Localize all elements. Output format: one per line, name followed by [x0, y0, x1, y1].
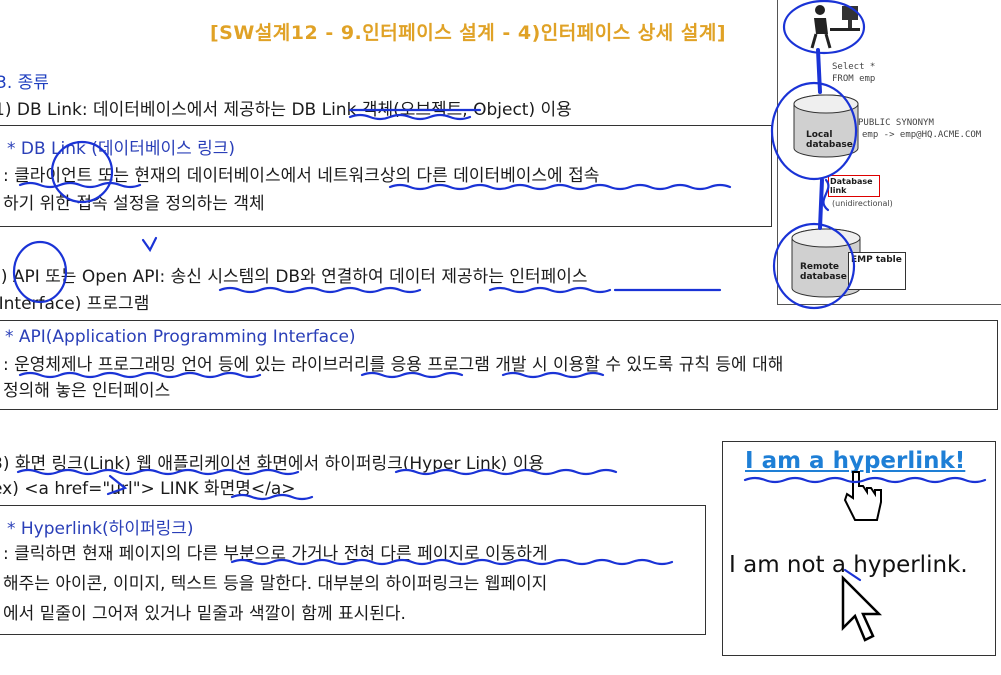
annotation-circle-remote-db — [772, 222, 856, 310]
annotation-circle-user — [782, 0, 866, 55]
handwritten-annotations — [12, 0, 987, 582]
annotation-circle-local-db — [770, 81, 858, 181]
